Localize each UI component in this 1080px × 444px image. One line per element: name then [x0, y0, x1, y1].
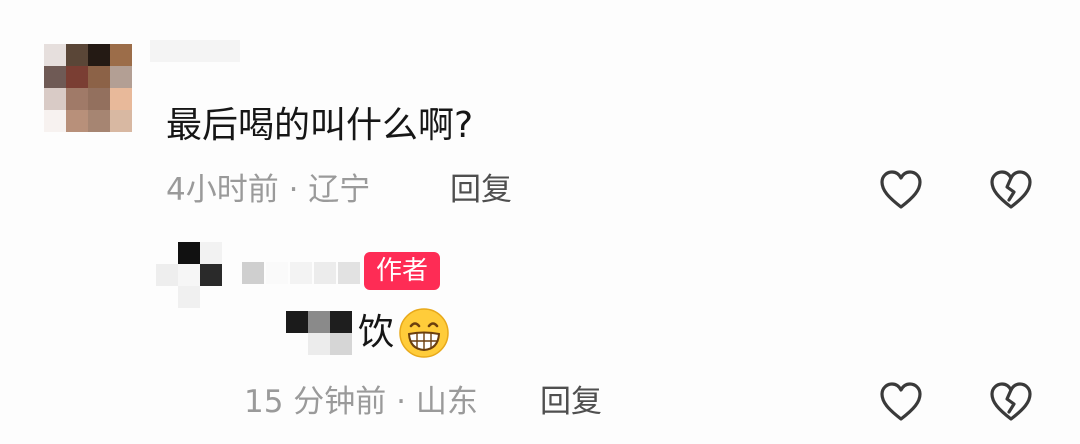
- commenter-avatar[interactable]: [44, 44, 132, 132]
- reply-content: 饮: [286, 306, 450, 360]
- broken-heart-icon[interactable]: [988, 167, 1034, 213]
- reply-text: 饮: [358, 312, 395, 353]
- mention-blurred: [286, 311, 352, 355]
- broken-heart-icon[interactable]: [988, 379, 1034, 425]
- reply-reply-button[interactable]: 回复: [540, 380, 602, 424]
- commenter-name-blurred: [150, 40, 240, 62]
- reply-author-name-blurred[interactable]: [242, 262, 360, 284]
- heart-outline-icon[interactable]: [878, 167, 924, 213]
- reply-avatar[interactable]: [156, 242, 222, 308]
- reply-meta: 15 分钟前 · 山东: [244, 384, 478, 420]
- grinning-face-emoji-icon: [399, 308, 449, 358]
- comment-meta: 4小时前 · 辽宁: [166, 172, 371, 208]
- comment-reply-button[interactable]: 回复: [450, 168, 512, 212]
- comment-text: 最后喝的叫什么啊?: [166, 105, 474, 146]
- author-badge: 作者: [364, 252, 441, 290]
- heart-outline-icon[interactable]: [878, 379, 924, 425]
- comment-thread: 最后喝的叫什么啊? 4小时前 · 辽宁 回复 作者 饮 15 分钟前 · 山东 …: [0, 0, 1080, 444]
